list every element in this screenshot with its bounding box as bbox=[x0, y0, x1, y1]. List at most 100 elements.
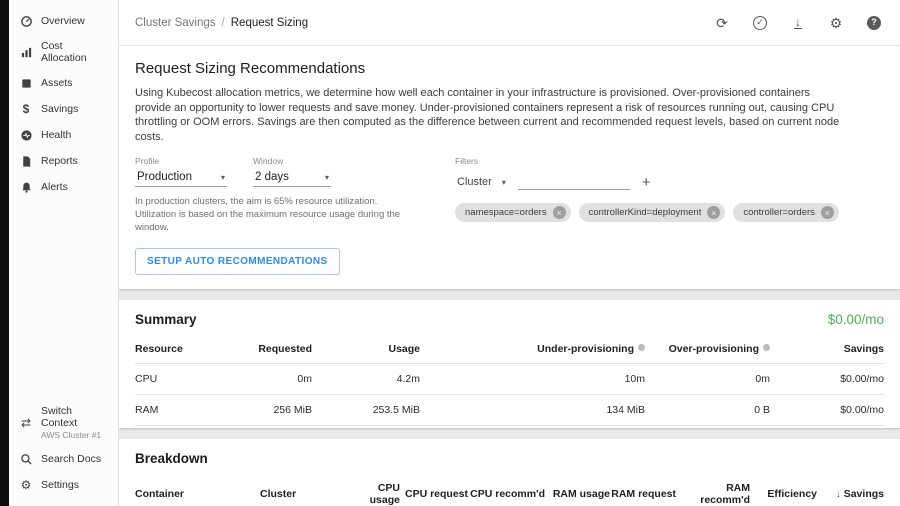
filter-value-input[interactable] bbox=[518, 172, 630, 190]
breadcrumb: Cluster Savings / Request Sizing bbox=[135, 17, 308, 29]
filter-chip: namespace=orders × bbox=[455, 203, 571, 222]
col-cpu-recommd: CPU recomm'd bbox=[468, 474, 545, 506]
cell-requested: 256 MiB bbox=[225, 395, 312, 426]
topbar: Cluster Savings / Request Sizing ⟳ ✓ ↓ ⚙… bbox=[119, 0, 900, 46]
col-usage: Usage bbox=[312, 335, 420, 364]
breadcrumb-parent-link[interactable]: Cluster Savings bbox=[135, 17, 216, 29]
savings-icon: $ bbox=[19, 102, 33, 116]
sidebar-item-switch-context[interactable]: ⇄ Switch Context AWS Cluster #1 bbox=[9, 399, 118, 446]
controls-row: Profile Production ▾ Window 2 days bbox=[135, 156, 884, 234]
profile-select[interactable]: Production ▾ bbox=[135, 169, 227, 187]
add-filter-icon[interactable]: + bbox=[640, 175, 653, 190]
sidebar-item-health[interactable]: Health bbox=[9, 122, 118, 148]
search-icon bbox=[19, 452, 33, 466]
cell-over: 0m bbox=[645, 364, 770, 395]
settings-icon: ⚙ bbox=[19, 478, 33, 492]
sidebar: Overview Cost Allocation Assets $ Saving… bbox=[9, 0, 119, 506]
sidebar-item-overview[interactable]: Overview bbox=[9, 8, 118, 34]
current-cluster-label: AWS Cluster #1 bbox=[41, 430, 108, 440]
app-window: Overview Cost Allocation Assets $ Saving… bbox=[0, 0, 900, 506]
alerts-icon bbox=[19, 180, 33, 194]
profile-value: Production bbox=[137, 171, 192, 183]
filter-chip: controllerKind=deployment × bbox=[579, 203, 726, 222]
col-cpu-usage: CPU usage bbox=[355, 474, 400, 506]
chip-label: controller=orders bbox=[743, 207, 815, 218]
profile-helper-text: In production clusters, the aim is 65% r… bbox=[135, 195, 420, 234]
window-value: 2 days bbox=[255, 171, 289, 183]
setup-auto-recommendations-button[interactable]: SETUP AUTO RECOMMENDATIONS bbox=[135, 248, 340, 275]
col-ram-recommd: RAM recomm'd bbox=[676, 474, 750, 506]
sidebar-item-assets[interactable]: Assets bbox=[9, 70, 118, 96]
close-icon[interactable]: × bbox=[707, 206, 720, 219]
assets-icon bbox=[19, 76, 33, 90]
sidebar-item-alerts[interactable]: Alerts bbox=[9, 174, 118, 200]
sidebar-item-label: Settings bbox=[41, 479, 79, 491]
breadcrumb-separator: / bbox=[222, 17, 225, 29]
col-cluster: Cluster bbox=[260, 474, 355, 506]
filter-row: Cluster ▾ + bbox=[455, 172, 839, 190]
sidebar-item-label: Savings bbox=[41, 103, 78, 115]
sidebar-item-reports[interactable]: Reports bbox=[9, 148, 118, 174]
col-requested: Requested bbox=[225, 335, 312, 364]
filter-type-value: Cluster bbox=[457, 176, 492, 188]
table-row: RAM 256 MiB 253.5 MiB 134 MiB 0 B $0.00/… bbox=[135, 395, 884, 426]
cell-under: 134 MiB bbox=[420, 395, 645, 426]
col-savings-sort[interactable]: ↓Savings bbox=[817, 474, 884, 506]
summary-total-savings: $0.00/mo bbox=[828, 312, 884, 327]
check-circle-icon[interactable]: ✓ bbox=[752, 15, 768, 31]
summary-table: Resource Requested Usage Under-provision… bbox=[135, 335, 884, 426]
gear-icon[interactable]: ⚙ bbox=[828, 15, 844, 31]
summary-header-row: Resource Requested Usage Under-provision… bbox=[135, 335, 884, 364]
col-under-provisioning: Under-provisioning bbox=[420, 335, 645, 364]
sort-desc-icon: ↓ bbox=[836, 489, 841, 500]
sidebar-item-label: Alerts bbox=[41, 181, 68, 193]
filters-column: Filters Cluster ▾ + namespace=orders bbox=[455, 156, 839, 234]
chip-label: controllerKind=deployment bbox=[589, 207, 702, 218]
cell-resource: RAM bbox=[135, 395, 225, 426]
main-area: Cluster Savings / Request Sizing ⟳ ✓ ↓ ⚙… bbox=[119, 0, 900, 506]
download-icon[interactable]: ↓ bbox=[790, 15, 806, 31]
breakdown-card: Breakdown Container Cluster CPU usage CP… bbox=[119, 439, 900, 506]
col-cpu-request: CPU request bbox=[400, 474, 468, 506]
breakdown-table: Container Cluster CPU usage CPU request … bbox=[135, 474, 884, 506]
breadcrumb-current: Request Sizing bbox=[231, 17, 308, 29]
sidebar-item-settings[interactable]: ⚙ Settings bbox=[9, 472, 118, 498]
overview-icon bbox=[19, 14, 33, 28]
close-icon[interactable]: × bbox=[553, 206, 566, 219]
left-edge-strip bbox=[0, 0, 9, 506]
breakdown-title: Breakdown bbox=[135, 451, 208, 466]
sidebar-item-search-docs[interactable]: Search Docs bbox=[9, 446, 118, 472]
filter-type-select[interactable]: Cluster ▾ bbox=[455, 174, 508, 190]
request-sizing-card: Request Sizing Recommendations Using Kub… bbox=[119, 46, 900, 289]
page-title: Request Sizing Recommendations bbox=[135, 60, 884, 77]
sidebar-item-label: Search Docs bbox=[41, 453, 101, 465]
window-field: Window 2 days ▾ bbox=[253, 156, 331, 187]
profile-window-column: Profile Production ▾ Window 2 days bbox=[135, 156, 455, 234]
sidebar-item-cost-allocation[interactable]: Cost Allocation bbox=[9, 34, 118, 70]
info-icon[interactable] bbox=[763, 344, 770, 351]
sidebar-item-label: Reports bbox=[41, 155, 78, 167]
cell-usage: 253.5 MiB bbox=[312, 395, 420, 426]
page-description: Using Kubecost allocation metrics, we de… bbox=[135, 86, 840, 144]
info-icon[interactable] bbox=[638, 344, 645, 351]
cost-allocation-icon bbox=[19, 45, 33, 59]
profile-field: Profile Production ▾ bbox=[135, 156, 227, 187]
breakdown-header-row: Container Cluster CPU usage CPU request … bbox=[135, 474, 884, 506]
window-select[interactable]: 2 days ▾ bbox=[253, 169, 331, 187]
sidebar-item-label: Assets bbox=[41, 77, 73, 89]
cell-savings: $0.00/mo bbox=[770, 364, 884, 395]
col-savings: Savings bbox=[770, 335, 884, 364]
cell-requested: 0m bbox=[225, 364, 312, 395]
help-icon[interactable]: ? bbox=[866, 15, 882, 31]
table-row: CPU 0m 4.2m 10m 0m $0.00/mo bbox=[135, 364, 884, 395]
window-label: Window bbox=[253, 156, 331, 166]
refresh-icon[interactable]: ⟳ bbox=[714, 15, 730, 31]
sidebar-item-savings[interactable]: $ Savings bbox=[9, 96, 118, 122]
col-efficiency: Efficiency bbox=[750, 474, 817, 506]
switch-context-icon: ⇄ bbox=[19, 416, 33, 430]
cell-savings: $0.00/mo bbox=[770, 395, 884, 426]
chip-label: namespace=orders bbox=[465, 207, 547, 218]
sidebar-item-label: Overview bbox=[41, 15, 85, 27]
close-icon[interactable]: × bbox=[821, 206, 834, 219]
col-resource: Resource bbox=[135, 335, 225, 364]
